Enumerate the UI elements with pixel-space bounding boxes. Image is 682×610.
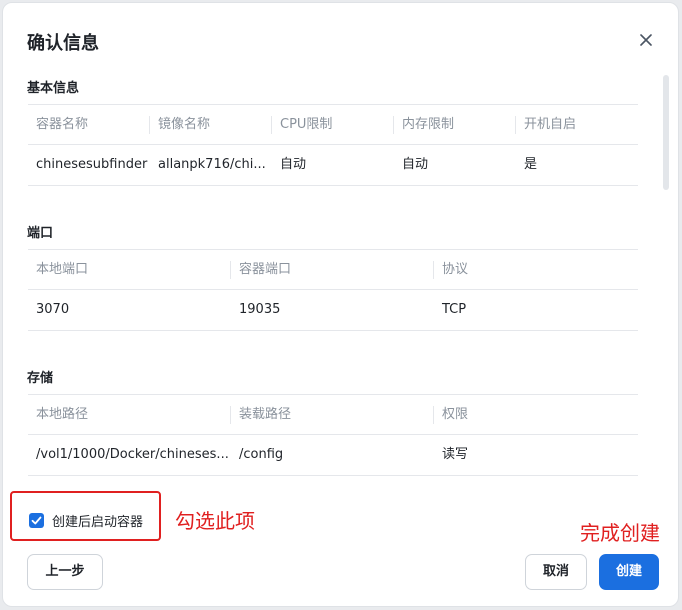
cell-local-port: 3070 <box>36 302 70 317</box>
basic-info-table: 容器名称 镜像名称 CPU限制 内存限制 开机自启 chinesesubfind… <box>28 104 638 186</box>
header-local-port: 本地端口 <box>28 250 231 291</box>
annotation-create-hint: 完成创建 <box>580 521 660 545</box>
table-header-row: 本地路径 装载路径 权限 <box>28 394 638 435</box>
storage-table: 本地路径 装载路径 权限 /vol1/1000/Docker/chineses.… <box>28 394 638 476</box>
cell-cpu-limit: 自动 <box>280 157 307 172</box>
create-button[interactable]: 创建 <box>599 554 659 590</box>
dialog-title: 确认信息 <box>27 33 99 54</box>
section-title-storage: 存储 <box>27 371 54 386</box>
section-title-basic: 基本信息 <box>27 81 80 96</box>
table-row: chinesesubfinder allanpk716/chi... 自动 自动… <box>28 145 638 186</box>
table-row: /vol1/1000/Docker/chineses... /config 读写 <box>28 435 638 476</box>
header-autostart: 开机自启 <box>524 117 577 132</box>
cell-container-port: 19035 <box>239 302 281 317</box>
header-container-name: 容器名称 <box>28 105 150 146</box>
cell-local-path: /vol1/1000/Docker/chineses... <box>36 447 229 462</box>
table-header-row: 容器名称 镜像名称 CPU限制 内存限制 开机自启 <box>28 104 638 145</box>
header-local-path: 本地路径 <box>28 395 231 436</box>
header-protocol: 协议 <box>442 262 469 277</box>
cell-image-name: allanpk716/chi... <box>158 157 266 172</box>
close-icon[interactable] <box>635 29 657 51</box>
scrollbar[interactable] <box>663 75 669 190</box>
ports-table: 本地端口 容器端口 协议 3070 19035 TCP <box>28 249 638 331</box>
header-container-port: 容器端口 <box>231 250 434 291</box>
cell-mount-path: /config <box>239 447 284 462</box>
previous-step-button[interactable]: 上一步 <box>27 554 103 590</box>
cell-permission: 读写 <box>442 447 469 462</box>
header-permission: 权限 <box>442 407 469 422</box>
cell-container-name: chinesesubfinder <box>36 157 148 172</box>
header-cpu-limit: CPU限制 <box>272 105 394 146</box>
cancel-button[interactable]: 取消 <box>525 554 587 590</box>
cell-memory-limit: 自动 <box>402 157 429 172</box>
table-header-row: 本地端口 容器端口 协议 <box>28 249 638 290</box>
header-mount-path: 装载路径 <box>231 395 434 436</box>
section-title-ports: 端口 <box>27 226 54 241</box>
cell-protocol: TCP <box>442 302 467 317</box>
annotation-highlight-box <box>10 491 161 541</box>
header-memory-limit: 内存限制 <box>394 105 516 146</box>
cell-autostart: 是 <box>524 157 538 172</box>
table-row: 3070 19035 TCP <box>28 290 638 331</box>
header-image-name: 镜像名称 <box>150 105 272 146</box>
annotation-check-hint: 勾选此项 <box>175 509 255 533</box>
